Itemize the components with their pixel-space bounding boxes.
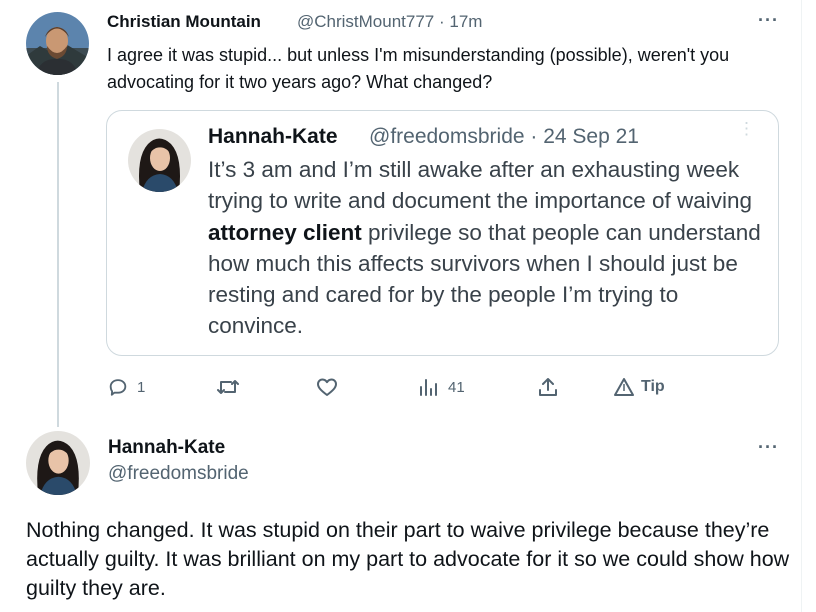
views-count: 41 <box>448 378 465 396</box>
reply-icon <box>109 379 127 396</box>
reply-count: 1 <box>137 378 146 396</box>
retweet-button[interactable] <box>216 376 248 398</box>
timeline-border <box>801 0 802 612</box>
tweet-handle-timestamp[interactable]: @ChristMount777 · 17m <box>297 12 482 32</box>
quoted-handle-timestamp[interactable]: @freedomsbride · 24 Sep 21 <box>369 125 639 149</box>
christian-mountain-avatar[interactable] <box>26 12 89 75</box>
reply-author-handle[interactable]: @freedomsbride <box>108 463 249 485</box>
tip-icon <box>614 378 634 396</box>
hannah-kate-quoted-avatar[interactable] <box>128 129 191 192</box>
tweet-author-name[interactable]: Christian Mountain <box>107 12 261 32</box>
quoted-author-name[interactable]: Hannah-Kate <box>208 125 338 149</box>
reply-author-name[interactable]: Hannah-Kate <box>108 437 225 459</box>
tip-label: Tip <box>641 378 665 395</box>
reply-more-options-icon[interactable]: ··· <box>758 437 779 458</box>
thread-connector-line <box>57 82 59 427</box>
like-button[interactable] <box>315 376 347 398</box>
share-icon <box>539 378 557 396</box>
tweet-text: I agree it was stupid... but unless I'm … <box>107 45 730 92</box>
quoted-text-bold: attorney client <box>208 219 362 245</box>
retweet-icon <box>217 380 239 394</box>
heart-icon <box>317 378 337 396</box>
tip-button[interactable]: Tip <box>613 376 665 398</box>
hannah-kate-avatar[interactable] <box>26 431 90 495</box>
views-chart-icon <box>420 379 437 396</box>
quoted-text-part1: It’s 3 am and I’m still awake after an e… <box>208 157 753 214</box>
reply-tweet-text: Nothing changed. It was stupid on their … <box>26 518 790 600</box>
quoted-tweet-text: It’s 3 am and I’m still awake after an e… <box>208 154 768 342</box>
tweet-more-options-icon[interactable]: ··· <box>758 10 779 31</box>
reply-button[interactable]: 1 <box>107 376 145 398</box>
share-button[interactable] <box>537 376 559 398</box>
quoted-more-options-icon[interactable]: ⋮ <box>738 120 755 137</box>
views-button[interactable]: 41 <box>418 376 465 398</box>
